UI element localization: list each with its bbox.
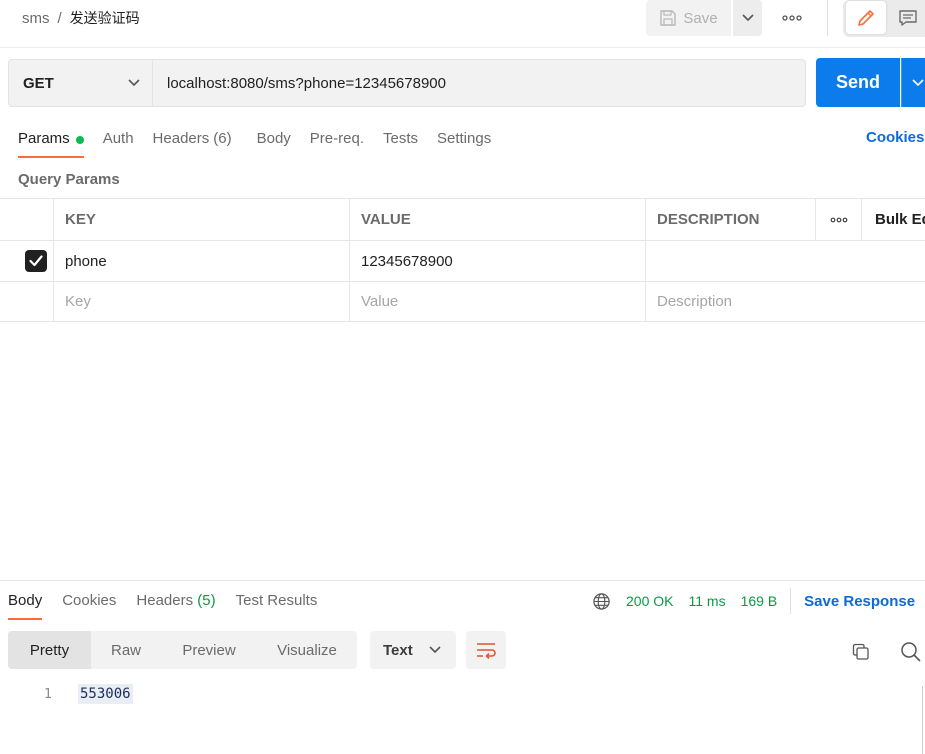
method-label: GET (23, 74, 54, 92)
request-name[interactable]: 发送验证码 (70, 8, 140, 28)
format-select[interactable]: Text (370, 631, 456, 669)
response-tab-headers[interactable]: Headers (5) (136, 592, 215, 620)
send-label: Send (835, 72, 880, 92)
cookies-link[interactable]: Cookies (866, 129, 924, 146)
param-description-cell[interactable] (645, 241, 925, 281)
breadcrumb-separator: / (57, 9, 62, 27)
toolbar-divider (827, 0, 828, 36)
table-row: phone 12345678900 (0, 240, 925, 281)
headers-count: (6) (213, 130, 232, 147)
param-key-cell[interactable]: phone (53, 241, 349, 281)
url-input[interactable]: localhost:8080/sms?phone=12345678900 (152, 59, 806, 107)
header-divider (0, 47, 925, 48)
param-value-cell[interactable]: 12345678900 (349, 241, 645, 281)
copy-button[interactable] (846, 637, 876, 667)
response-headers-label: Headers (136, 592, 194, 609)
response-tabs: Body Cookies Headers (5) Test Results (8, 592, 337, 622)
copy-icon (851, 642, 871, 662)
save-label: Save (683, 9, 718, 27)
response-meta: 200 OK 11 ms 169 B Save Response (592, 588, 915, 614)
new-value-input[interactable]: Value (349, 282, 645, 321)
breadcrumb: sms / 发送验证码 (22, 8, 140, 28)
globe-icon[interactable] (592, 592, 611, 611)
status-code[interactable]: 200 OK (626, 593, 673, 609)
response-tab-cookies[interactable]: Cookies (62, 592, 116, 620)
tab-headers-label: Headers (152, 130, 210, 147)
column-description: DESCRIPTION (645, 199, 815, 240)
column-key: KEY (53, 199, 349, 240)
response-divider (0, 580, 925, 581)
breadcrumb-collection[interactable]: sms (22, 10, 50, 27)
table-header-row: KEY VALUE DESCRIPTION Bulk Ed (0, 198, 925, 240)
save-dropdown-button[interactable] (733, 0, 762, 36)
tab-auth[interactable]: Auth (103, 128, 134, 158)
comments-button[interactable] (890, 1, 925, 34)
response-time[interactable]: 11 ms (688, 593, 725, 609)
more-actions-button[interactable] (774, 2, 810, 34)
bulk-edit-link[interactable]: Bulk Ed (861, 199, 925, 240)
documentation-button[interactable] (846, 1, 886, 34)
tab-prereq[interactable]: Pre-req. (310, 128, 364, 158)
line-number: 1 (44, 687, 52, 702)
tab-settings-label: Settings (437, 130, 492, 147)
new-key-input[interactable]: Key (53, 282, 349, 321)
params-table: KEY VALUE DESCRIPTION Bulk Ed phone 1234… (0, 198, 925, 323)
send-dropdown-button[interactable] (901, 58, 925, 107)
search-button[interactable] (896, 637, 925, 667)
save-icon (659, 9, 677, 27)
params-active-dot (75, 136, 84, 144)
tab-prereq-label: Pre-req. (309, 130, 364, 147)
view-raw-button[interactable]: Raw (91, 631, 161, 669)
save-response-button[interactable]: Save Response (804, 593, 915, 610)
tab-auth-label: Auth (102, 130, 134, 147)
wrap-lines-icon (475, 641, 497, 659)
url-text: localhost:8080/sms?phone=12345678900 (167, 74, 446, 92)
tab-body[interactable]: Body (257, 128, 291, 158)
view-pretty-button[interactable]: Pretty (8, 631, 91, 669)
column-value: VALUE (349, 199, 645, 240)
tab-params-label: Params (18, 130, 70, 147)
format-label: Text (383, 641, 413, 659)
tab-tests-label: Tests (382, 130, 418, 147)
view-preview-button[interactable]: Preview (161, 631, 257, 669)
wrap-lines-button[interactable] (466, 631, 506, 669)
response-body-value: 553006 (78, 684, 133, 704)
response-tab-body[interactable]: Body (8, 592, 43, 620)
tab-params[interactable]: Params (18, 128, 84, 158)
more-icon (782, 15, 802, 21)
query-params-title: Query Params (18, 171, 120, 188)
new-description-input[interactable]: Description (645, 282, 925, 321)
response-view-group: Pretty Raw Preview Visualize (8, 631, 357, 669)
param-enabled-checkbox[interactable] (25, 250, 47, 272)
column-options-button[interactable] (815, 199, 861, 240)
tab-tests[interactable]: Tests (383, 128, 418, 158)
search-icon (900, 641, 922, 663)
response-size[interactable]: 169 B (741, 593, 778, 609)
meta-divider (790, 588, 792, 614)
view-visualize-button[interactable]: Visualize (257, 631, 357, 669)
pencil-icon (856, 8, 876, 28)
tab-headers[interactable]: Headers (6) (153, 128, 232, 158)
request-tabs: Params Auth Headers (6) Body Pre-req. Te… (18, 128, 510, 158)
tab-settings[interactable]: Settings (437, 128, 491, 158)
response-tab-test-results[interactable]: Test Results (236, 592, 318, 620)
more-icon (830, 217, 848, 223)
chevron-down-icon (429, 646, 441, 654)
checkmark-icon (29, 255, 43, 267)
chevron-down-icon (741, 14, 754, 22)
response-headers-count: (5) (197, 592, 216, 609)
tab-body-label: Body (256, 130, 291, 147)
save-button[interactable]: Save (646, 0, 731, 36)
chevron-down-icon (912, 78, 924, 87)
method-select[interactable]: GET (8, 59, 152, 107)
send-button[interactable]: Send (816, 58, 900, 107)
comment-icon (898, 9, 918, 27)
chevron-down-icon (128, 79, 140, 87)
table-row: Key Value Description (0, 281, 925, 322)
editor-scrollbar[interactable] (922, 686, 923, 754)
